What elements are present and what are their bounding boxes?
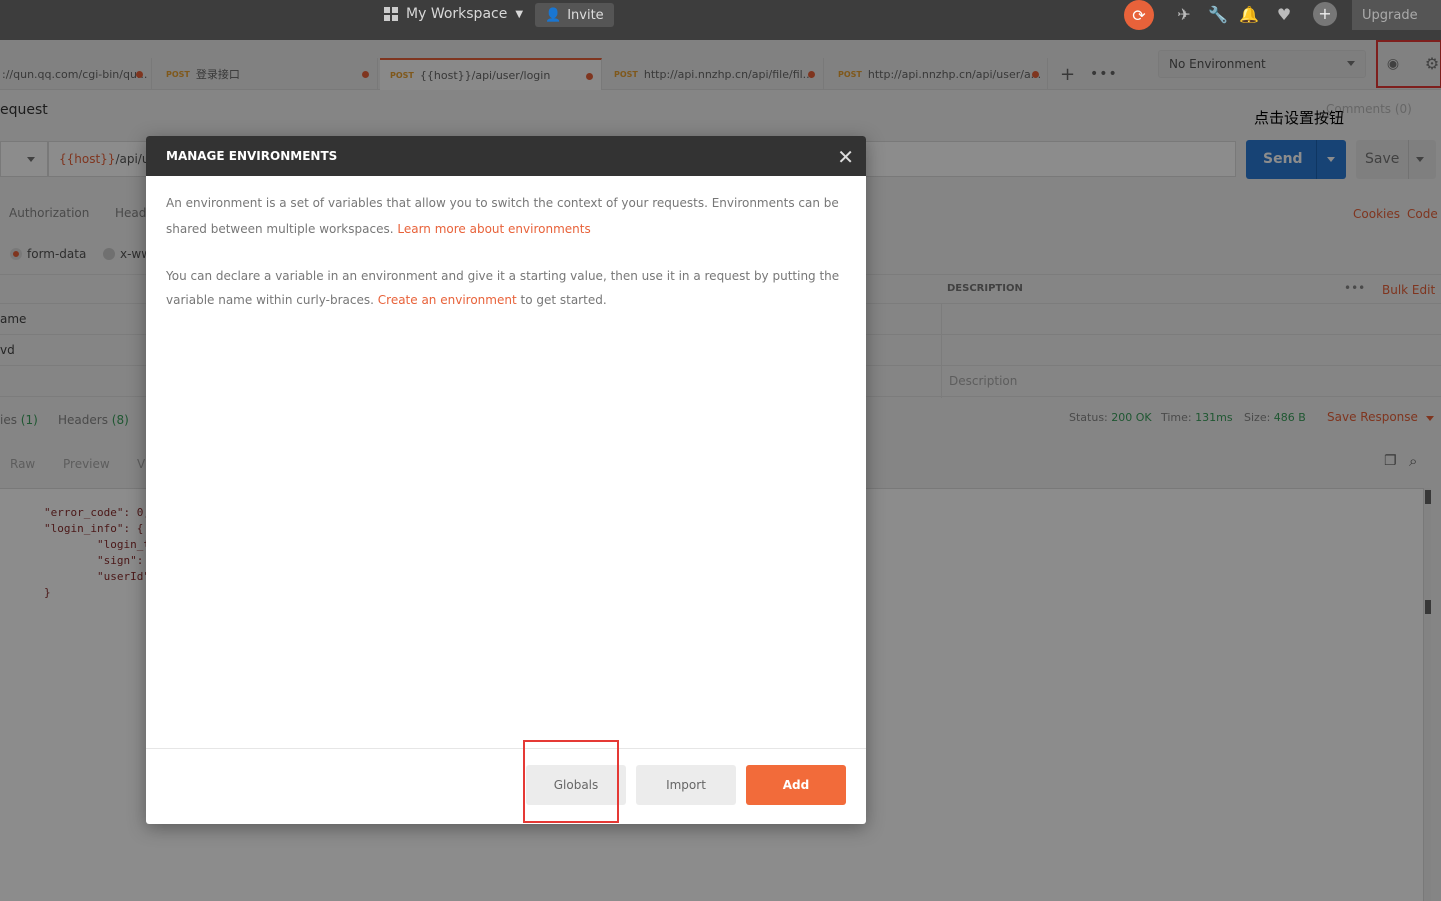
create-environment-link[interactable]: Create an environment (378, 293, 517, 307)
invite-button[interactable]: 👤 Invite (535, 3, 614, 27)
wrench-icon[interactable]: 🔧 (1208, 5, 1228, 25)
new-icon[interactable]: + (1313, 2, 1337, 26)
dialog-header: MANAGE ENVIRONMENTS ✕ (146, 136, 866, 176)
dialog-footer: Globals Import Add (146, 748, 866, 824)
satellite-icon[interactable]: ✈ (1174, 5, 1194, 25)
hint-tail: to get started. (520, 293, 607, 307)
upgrade-button[interactable]: Upgrade (1352, 0, 1441, 30)
learn-more-link[interactable]: Learn more about environments (397, 222, 590, 236)
sync-icon[interactable]: ⟳ (1124, 0, 1154, 30)
top-bar: My Workspace ▼ 👤 Invite ⟳ ✈ 🔧 🔔 ♥ + Upgr… (0, 0, 1441, 40)
chevron-down-icon: ▼ (515, 8, 524, 20)
add-user-icon: 👤 (545, 7, 562, 23)
highlight-box-globals (523, 740, 619, 823)
hint-paragraph: You can declare a variable in an environ… (166, 264, 841, 312)
invite-label: Invite (567, 7, 604, 23)
intro-paragraph: An environment is a set of variables tha… (166, 190, 841, 242)
close-icon[interactable]: ✕ (837, 145, 854, 169)
import-button[interactable]: Import (636, 765, 736, 805)
bell-icon[interactable]: 🔔 (1239, 5, 1259, 25)
dialog-title: MANAGE ENVIRONMENTS (166, 149, 338, 163)
workspace-switcher[interactable]: My Workspace ▼ (384, 6, 523, 22)
manage-environments-dialog: MANAGE ENVIRONMENTS ✕ An environment is … (146, 136, 866, 824)
workspace-grid-icon (384, 7, 398, 21)
workspace-name: My Workspace (406, 6, 508, 22)
add-button[interactable]: Add (746, 765, 846, 805)
annotation-text: 点击设置按钮 (1254, 109, 1345, 127)
heart-icon[interactable]: ♥ (1274, 5, 1294, 25)
